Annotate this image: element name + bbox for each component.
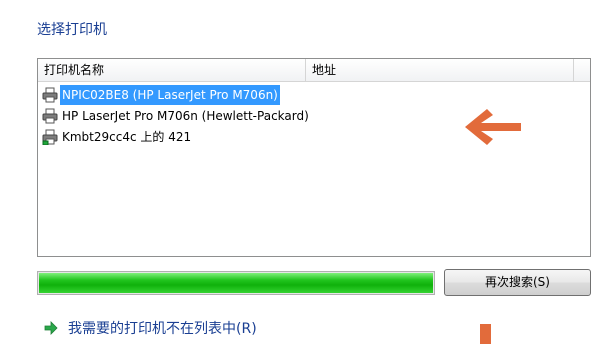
network-printer-icon	[42, 129, 58, 145]
column-header-printer-name[interactable]: 打印机名称	[38, 59, 306, 81]
page-title: 选择打印机	[37, 22, 107, 38]
annotation-arrow-icon	[465, 109, 521, 145]
search-again-button[interactable]: 再次搜索(S)	[444, 269, 591, 296]
annotation-marker	[480, 324, 491, 344]
printer-not-listed-label: 我需要的打印机不在列表中(R)	[68, 321, 257, 337]
list-header: 打印机名称 地址	[38, 59, 590, 82]
printer-row[interactable]: NPIC02BE8 (HP LaserJet Pro M706n)	[42, 85, 280, 105]
search-progress-bar	[37, 271, 435, 295]
printer-row-label: HP LaserJet Pro M706n (Hewlett-Packard)	[62, 109, 309, 123]
printer-row-label: Kmbt29cc4c 上的 421	[62, 130, 192, 144]
printer-list[interactable]: 打印机名称 地址 NPIC02BE8 (HP LaserJet Pro M706…	[37, 58, 591, 257]
progress-fill	[39, 273, 433, 293]
column-header-address[interactable]: 地址	[306, 59, 574, 81]
printer-not-listed-link[interactable]: 我需要的打印机不在列表中(R)	[44, 318, 257, 338]
arrow-right-icon	[44, 321, 58, 335]
printer-row-label: NPIC02BE8 (HP LaserJet Pro M706n)	[60, 85, 280, 105]
printer-row[interactable]: Kmbt29cc4c 上的 421	[42, 127, 193, 147]
printer-icon	[42, 87, 58, 103]
printer-row[interactable]: HP LaserJet Pro M706n (Hewlett-Packard)	[42, 106, 311, 126]
printer-icon	[42, 108, 58, 124]
